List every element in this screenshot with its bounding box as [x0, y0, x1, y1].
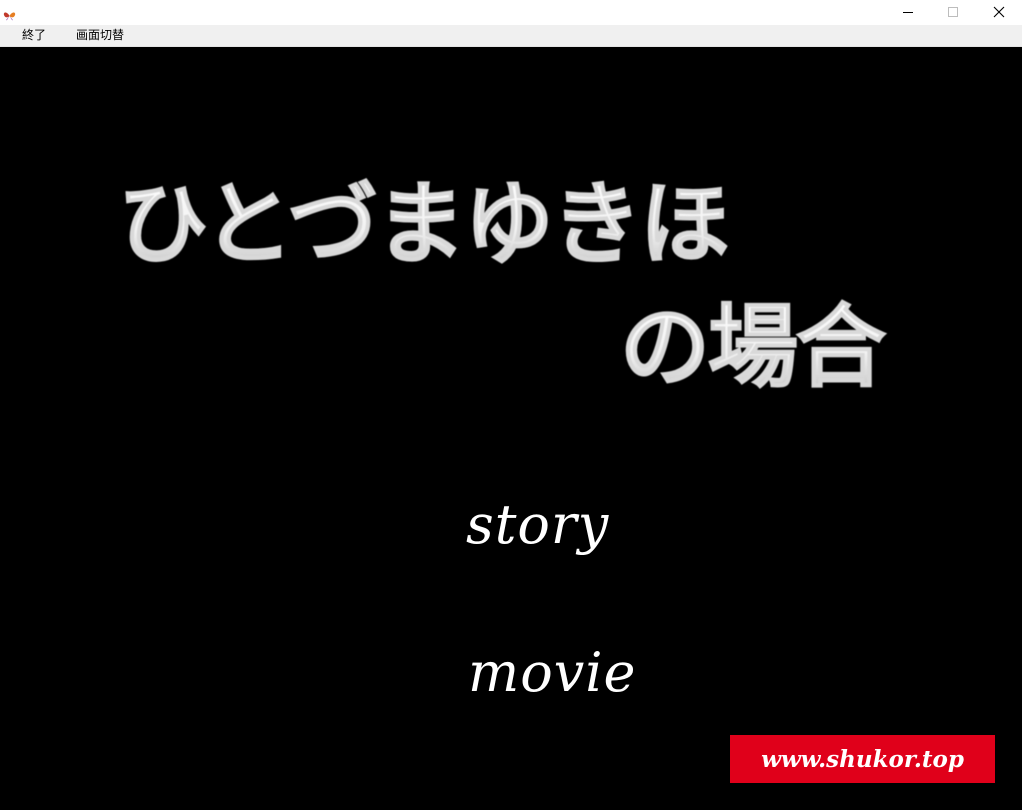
maximize-button[interactable]: [930, 0, 976, 25]
menu-screen-toggle[interactable]: 画面切替: [76, 25, 124, 46]
watermark-text: www.shukor.top: [761, 745, 964, 773]
story-button[interactable]: story: [466, 493, 609, 556]
watermark-banner: www.shukor.top: [730, 735, 995, 783]
game-screen[interactable]: ひとづまゆきほ の場合 story movie: [0, 47, 1022, 810]
maximize-icon: [947, 3, 959, 22]
movie-button[interactable]: movie: [468, 641, 636, 704]
logo-line2: の場合: [620, 295, 886, 400]
butterfly-icon: [3, 6, 16, 21]
game-logo: ひとづまゆきほ の場合: [117, 171, 888, 401]
close-icon: [993, 3, 1005, 22]
minimize-icon: [902, 3, 914, 22]
window-titlebar[interactable]: [0, 0, 1022, 25]
menu-exit[interactable]: 終了: [22, 25, 46, 46]
minimize-button[interactable]: [885, 0, 931, 25]
close-button[interactable]: [976, 0, 1022, 25]
menubar: 終了 画面切替: [0, 25, 1022, 47]
logo-line1: ひとづまゆきほ: [118, 172, 728, 277]
